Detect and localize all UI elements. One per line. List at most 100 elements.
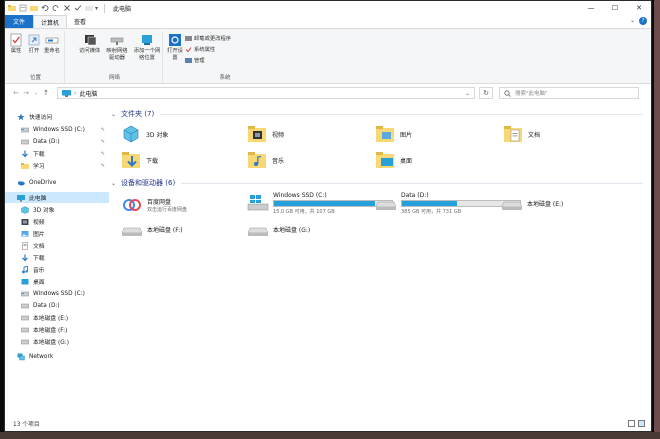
sidebar-item-videos[interactable]: 视频	[5, 216, 109, 227]
sidebar-item-quick-access[interactable]: 快速访问	[5, 111, 109, 122]
desktop-icon	[21, 278, 29, 284]
properties-icon[interactable]	[19, 4, 27, 12]
sidebar-item-pictures[interactable]: 图片	[5, 228, 109, 239]
delete-icon[interactable]	[63, 4, 71, 12]
tiles-view-icon[interactable]	[638, 419, 645, 427]
address-bar[interactable]: › 此电脑 ⌄	[57, 87, 475, 99]
close-button[interactable]: ✕	[627, 1, 651, 15]
drive-item-baidu[interactable]: 百度网盘 双击运行百度网盘	[121, 193, 187, 217]
back-arrow-icon[interactable]: ←	[11, 89, 21, 97]
address-dropdown-icon[interactable]: ⌄	[465, 90, 470, 97]
sidebar-item-data-pinned[interactable]: Data (D:) ✎	[5, 136, 109, 147]
recent-dropdown-icon[interactable]: ⌄	[31, 90, 41, 96]
sidebar-item-3d-objects[interactable]: 3D 对象	[5, 204, 109, 215]
drive-icon	[21, 327, 29, 332]
open-label: 打开	[28, 48, 40, 54]
help-icon[interactable]: ?	[639, 17, 647, 25]
manage-button[interactable]: 管理	[185, 56, 205, 64]
folder-item-documents[interactable]: 文档	[503, 121, 540, 147]
sidebar-item-local-disk-g[interactable]: 本地磁盘 (G:)	[5, 336, 109, 347]
drive-name: 本地磁盘 (E:)	[527, 200, 564, 208]
drive-item-data[interactable]: Data (D:) 385 GB 可用，共 731 GB	[375, 191, 521, 215]
open-settings-button[interactable]: 打开设置	[167, 33, 183, 62]
folder-item-downloads[interactable]: 下载	[121, 147, 158, 173]
sidebar-item-data[interactable]: Data (D:)	[5, 300, 109, 311]
cube-icon	[123, 125, 139, 143]
folder-icon	[21, 162, 29, 169]
drive-item-windows-ssd[interactable]: Windows SSD (C:) 15.0 GB 可用，共 107 GB	[247, 191, 393, 215]
sidebar-item-local-disk-f[interactable]: 本地磁盘 (F:)	[5, 324, 109, 335]
folder-item-desktop[interactable]: 桌面	[375, 147, 412, 173]
collapse-chevron-icon[interactable]: ⌄	[111, 111, 116, 118]
new-folder-icon[interactable]	[30, 4, 38, 12]
sidebar-item-onedrive[interactable]: OneDrive	[5, 177, 109, 188]
folder-label: 图片	[400, 131, 413, 139]
folder-label: 3D 对象	[146, 131, 169, 139]
picture-icon	[21, 230, 29, 237]
drive-icon	[21, 315, 29, 320]
ribbon-expand-icon[interactable]: ⌄	[630, 17, 635, 25]
folder-small-icon[interactable]	[85, 4, 93, 12]
pin-icon: ✎	[100, 138, 105, 145]
desktop-background	[654, 0, 660, 439]
settings-gear-icon	[169, 34, 181, 46]
sidebar-item-this-pc[interactable]: 此电脑	[5, 192, 109, 203]
breadcrumb[interactable]: 此电脑	[79, 89, 97, 98]
folders-header-label: 文件夹 (7)	[121, 110, 155, 118]
drive-item-local-disk-f[interactable]: 本地磁盘 (F:)	[121, 217, 183, 241]
sidebar-item-desktop[interactable]: 桌面	[5, 276, 109, 287]
open-button[interactable]: 打开	[27, 33, 41, 55]
maximize-button[interactable]: ☐	[603, 1, 627, 15]
access-media-button[interactable]: 访问媒体	[79, 33, 100, 55]
folder-icon	[8, 5, 16, 11]
window-title: 此电脑	[113, 5, 132, 13]
manage-icon	[185, 57, 192, 63]
media-icon	[84, 35, 96, 46]
checkmark-icon[interactable]	[74, 4, 82, 12]
map-network-drive-button[interactable]: 映射网络驱动器	[105, 33, 129, 62]
sidebar-item-windows-ssd-pinned[interactable]: Windows SSD (C:) ✎	[5, 124, 109, 135]
folder-item-music[interactable]: 音乐	[247, 147, 284, 173]
folder-item-3d-objects[interactable]: 3D 对象	[121, 121, 168, 147]
drives-header-label: 设备和驱动器 (6)	[121, 179, 176, 187]
details-view-icon[interactable]	[628, 419, 635, 427]
drive-item-local-disk-e[interactable]: 本地磁盘 (E:)	[501, 191, 563, 215]
tab-computer[interactable]: 计算机	[33, 15, 68, 28]
system-properties-button[interactable]: 系统属性	[185, 45, 215, 53]
sidebar-item-network[interactable]: Network	[5, 351, 109, 362]
add-network-location-button[interactable]: 添加一个网络位置	[133, 33, 161, 62]
sidebar-item-music[interactable]: 音乐	[5, 264, 109, 275]
redo-icon[interactable]	[52, 4, 60, 12]
rename-button[interactable]: 重命名	[44, 33, 60, 55]
sidebar-item-label: 3D 对象	[33, 208, 55, 214]
collapse-chevron-icon[interactable]: ⌄	[111, 180, 116, 187]
folder-item-pictures[interactable]: 图片	[375, 121, 412, 147]
sidebar-item-study-pinned[interactable]: 学习 ✎	[5, 160, 109, 171]
disk-usage-fill	[402, 200, 458, 206]
tab-view[interactable]: 查看	[67, 15, 93, 28]
drives-section-header[interactable]: ⌄ 设备和驱动器 (6)	[111, 177, 643, 189]
search-input[interactable]: 搜索"此电脑"	[499, 87, 639, 99]
folder-label: 桌面	[400, 157, 413, 165]
drive-item-local-disk-g[interactable]: 本地磁盘 (G:)	[247, 217, 310, 241]
sidebar-item-windows-ssd[interactable]: Windows SSD (C:)	[5, 288, 109, 299]
refresh-button[interactable]: ↻	[479, 87, 493, 99]
quick-access-dropdown-icon[interactable]: ▾	[95, 5, 98, 12]
uninstall-program-button[interactable]: 卸载或更改程序	[185, 34, 231, 42]
sidebar-item-downloads-pinned[interactable]: 下载 ✎	[5, 148, 109, 159]
tab-file[interactable]: 文件	[5, 15, 34, 28]
folders-section-header[interactable]: ⌄ 文件夹 (7)	[111, 108, 643, 120]
drive-icon	[21, 139, 29, 144]
sidebar-item-local-disk-e[interactable]: 本地磁盘 (E:)	[5, 312, 109, 323]
sidebar-item-documents[interactable]: 文档	[5, 240, 109, 251]
minimize-button[interactable]: —	[579, 1, 603, 15]
ribbon-tabs: 文件 计算机 查看 ⌄ ?	[5, 15, 651, 28]
windows-drive-icon	[247, 195, 269, 211]
check-small-icon	[185, 46, 192, 52]
undo-icon[interactable]	[41, 4, 49, 12]
folder-item-videos[interactable]: 视频	[247, 121, 284, 147]
properties-button[interactable]: 属性	[9, 33, 23, 55]
forward-arrow-icon[interactable]: →	[21, 89, 31, 97]
sidebar-item-downloads[interactable]: 下载	[5, 252, 109, 263]
up-arrow-icon[interactable]: ↑	[41, 89, 51, 97]
